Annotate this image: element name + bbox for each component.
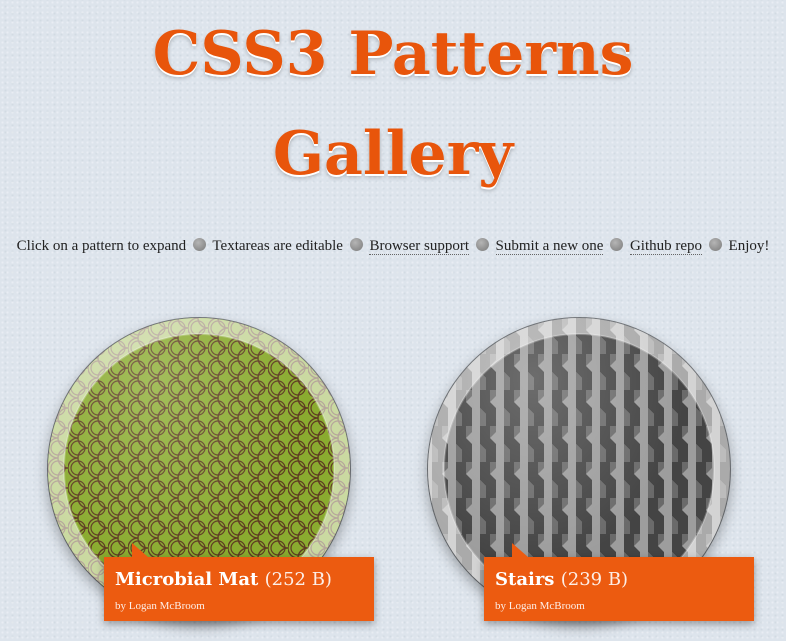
pattern-title: Microbial Mat (252 B) xyxy=(115,567,363,593)
pattern-author: by Logan McBroom xyxy=(115,600,205,612)
page-title-line-1: CSS3 Patterns xyxy=(152,19,634,89)
pattern-label-stairs[interactable]: Stairs (239 B) by Logan McBroom xyxy=(484,543,754,621)
pattern-card-microbial-mat[interactable]: Microbial Mat (252 B) by Logan McBroom xyxy=(48,318,374,641)
bullet-icon xyxy=(192,238,206,251)
pattern-name: Microbial Mat xyxy=(115,569,259,590)
browser-support-link[interactable]: Browser support xyxy=(369,238,470,255)
bullet-icon xyxy=(349,238,363,251)
github-repo-link[interactable]: Github repo xyxy=(629,238,703,255)
page-title-line-2: Gallery xyxy=(272,119,514,189)
bullet-icon xyxy=(475,238,489,251)
bullet-icon xyxy=(708,238,722,251)
pattern-title: Stairs (239 B) xyxy=(495,567,743,593)
pattern-size: (252 B) xyxy=(264,569,332,590)
pattern-author: by Logan McBroom xyxy=(495,600,585,612)
pattern-name: Stairs xyxy=(495,569,555,590)
bullet-icon xyxy=(610,238,624,251)
pattern-label-microbial-mat[interactable]: Microbial Mat (252 B) by Logan McBroom xyxy=(104,543,374,621)
pattern-size: (239 B) xyxy=(560,569,629,590)
intro-enjoy-text: Enjoy! xyxy=(728,238,770,254)
submit-new-pattern-link[interactable]: Submit a new one xyxy=(495,238,604,255)
intro-click-text: Click on a pattern to expand xyxy=(16,238,187,254)
intro-textareas-text: Textareas are editable xyxy=(212,238,343,254)
page-title: CSS3 Patterns Gallery xyxy=(0,4,786,204)
intro-text: Click on a pattern to expand Textareas a… xyxy=(8,234,778,258)
pattern-card-stairs[interactable]: Stairs (239 B) by Logan McBroom xyxy=(428,318,754,641)
